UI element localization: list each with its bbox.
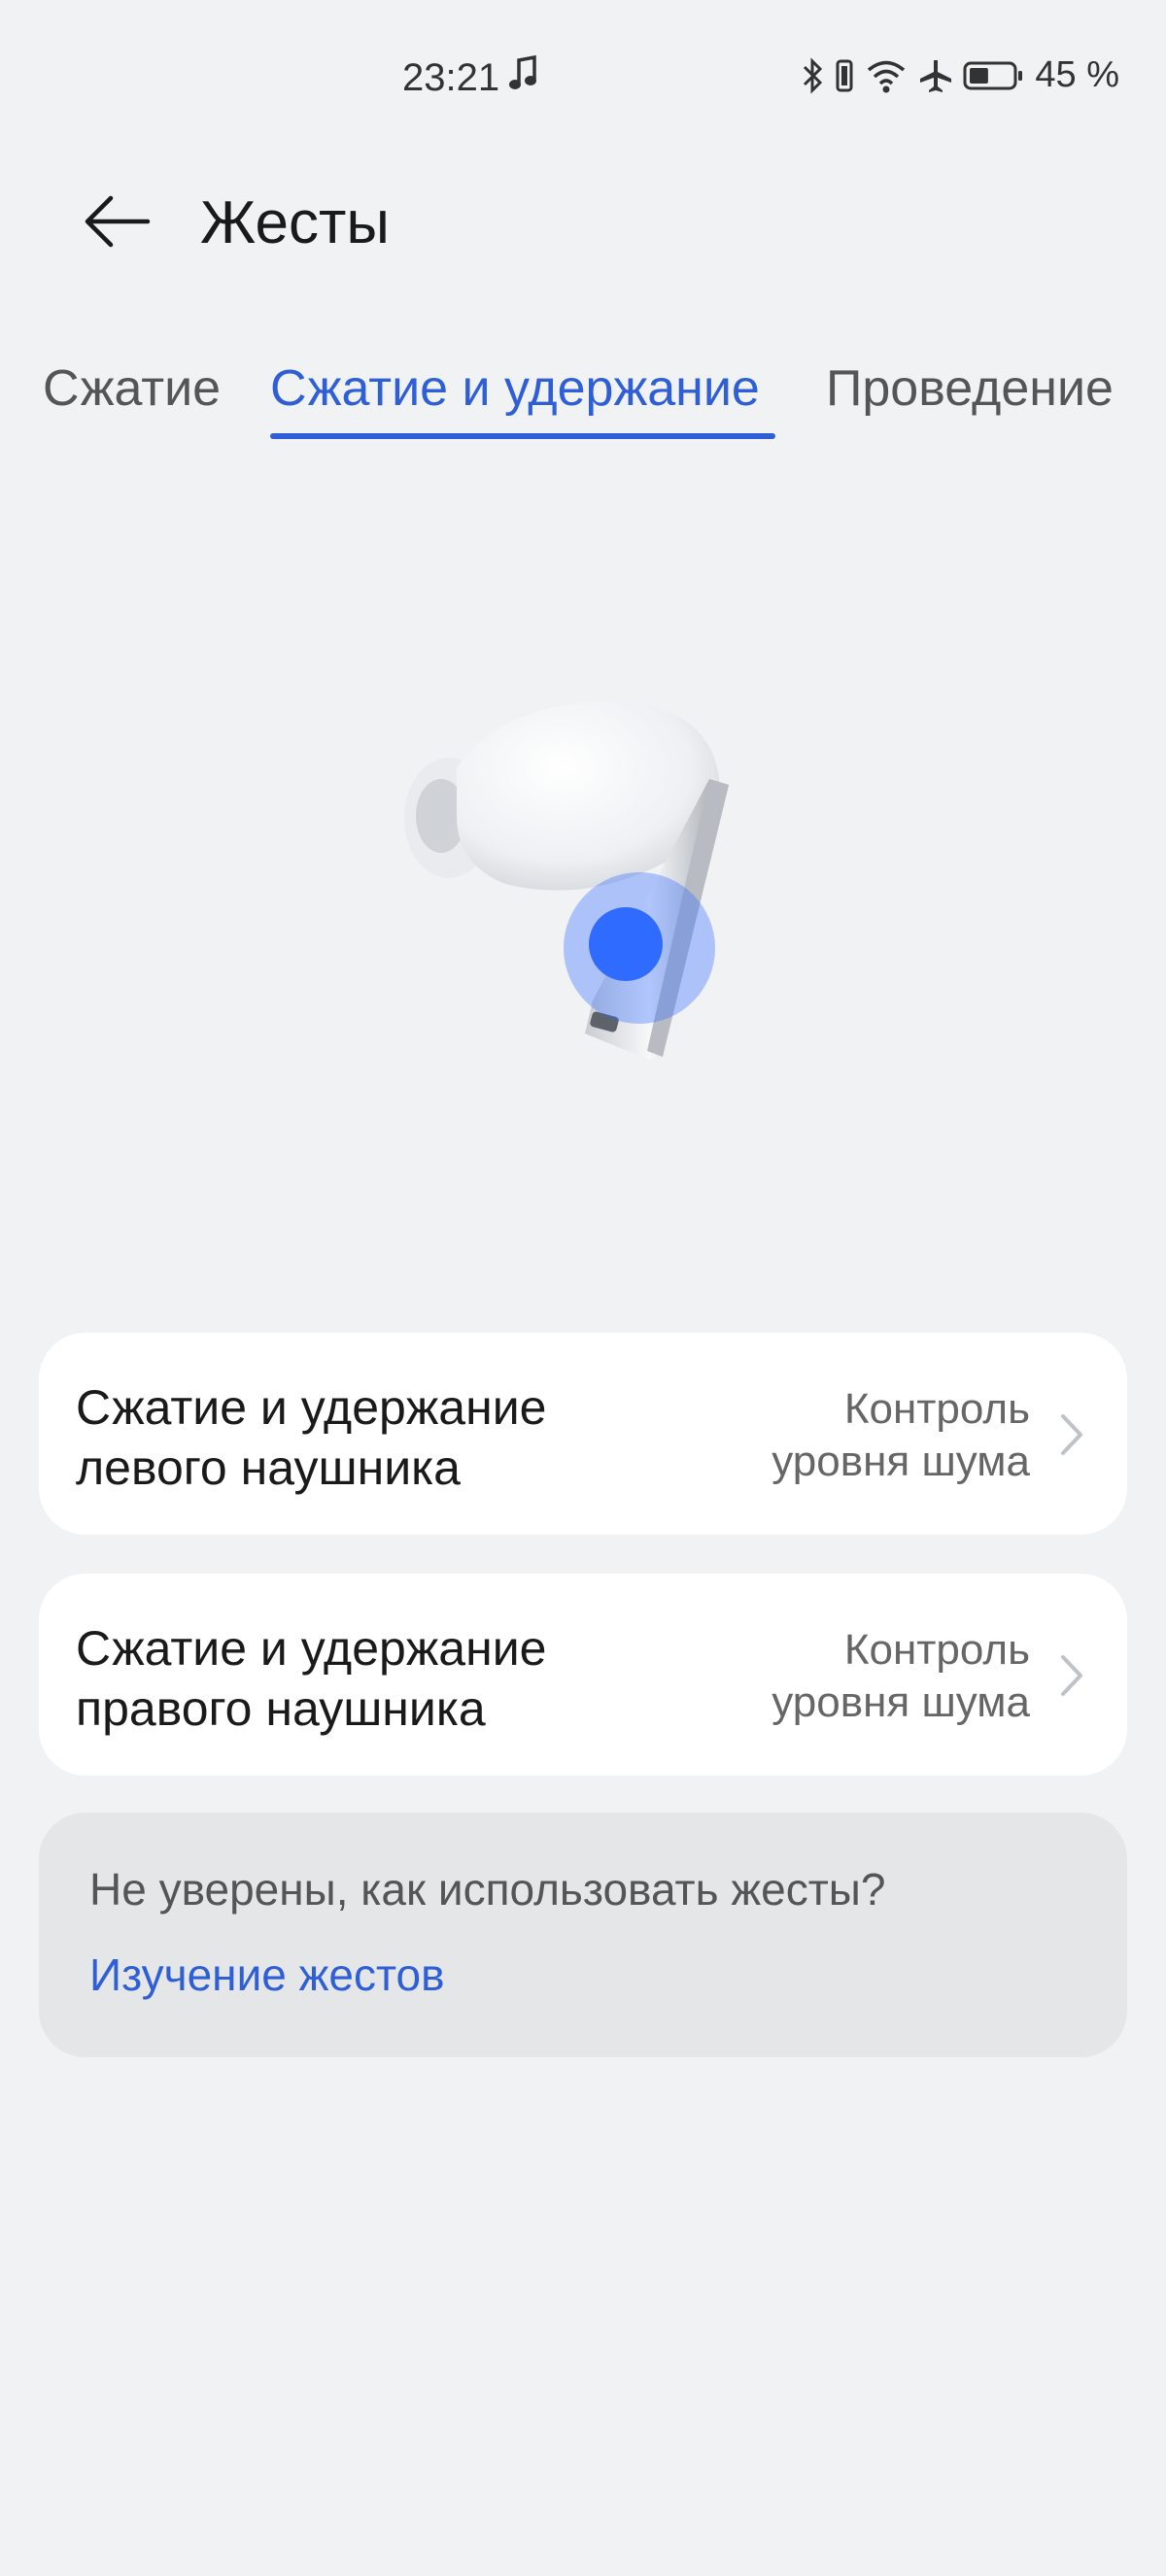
left-earbud-setting-value: Контроль уровня шума xyxy=(700,1383,1030,1488)
music-note-icon xyxy=(509,54,538,101)
left-earbud-title-line2: левого наушника xyxy=(76,1441,461,1495)
learn-gestures-link[interactable]: Изучение жестов xyxy=(89,1949,445,2001)
left-earbud-value-line2: уровня шума xyxy=(772,1438,1030,1485)
page-title: Жесты xyxy=(200,189,390,256)
right-earbud-setting-title: Сжатие и удержание правого наушника xyxy=(76,1618,620,1739)
status-icons: 45 % xyxy=(802,54,1119,96)
right-earbud-value-line2: уровня шума xyxy=(772,1678,1030,1726)
right-earbud-value-line1: Контроль xyxy=(843,1626,1030,1674)
tab-squeeze-and-hold[interactable]: Сжатие и удержание xyxy=(270,350,760,427)
left-earbud-title-line1: Сжатие и удержание xyxy=(76,1380,547,1435)
gesture-help-card: Не уверены, как использовать жесты? Изуч… xyxy=(39,1813,1127,2057)
battery-icon xyxy=(963,57,1025,94)
wifi-icon xyxy=(866,57,907,94)
back-button[interactable] xyxy=(68,173,165,270)
left-earbud-setting-title: Сжатие и удержание левого наушника xyxy=(76,1377,620,1498)
right-earbud-title-line2: правого наушника xyxy=(76,1681,486,1736)
right-earbud-setting[interactable]: Сжатие и удержание правого наушника Конт… xyxy=(39,1574,1127,1776)
arrow-left-icon xyxy=(85,195,151,248)
airplane-icon xyxy=(916,57,953,94)
status-time-text: 23:21 xyxy=(402,55,500,99)
bluetooth-icon xyxy=(802,56,823,94)
tab-squeeze[interactable]: Сжатие xyxy=(43,350,221,427)
status-time: 23:21 xyxy=(402,54,538,101)
vibrate-icon xyxy=(833,57,856,94)
chevron-right-icon xyxy=(1057,1410,1086,1464)
tab-swipe[interactable]: Проведение xyxy=(826,350,1114,427)
status-bar: 23:21 45 % xyxy=(0,0,1166,155)
chevron-right-icon xyxy=(1057,1651,1086,1705)
left-earbud-setting[interactable]: Сжатие и удержание левого наушника Контр… xyxy=(39,1333,1127,1535)
header: Жесты xyxy=(0,165,1166,262)
left-earbud-value-line1: Контроль xyxy=(843,1385,1030,1433)
help-question: Не уверены, как использовать жесты? xyxy=(89,1864,886,1915)
earbud-illustration xyxy=(389,670,777,1098)
gesture-tabs: Сжатие Сжатие и удержание Проведение xyxy=(0,350,1166,447)
active-tab-indicator xyxy=(270,433,775,439)
right-earbud-title-line1: Сжатие и удержание xyxy=(76,1621,547,1676)
gesture-dot xyxy=(589,907,663,981)
battery-percent: 45 % xyxy=(1035,54,1119,95)
right-earbud-setting-value: Контроль уровня шума xyxy=(700,1624,1030,1729)
